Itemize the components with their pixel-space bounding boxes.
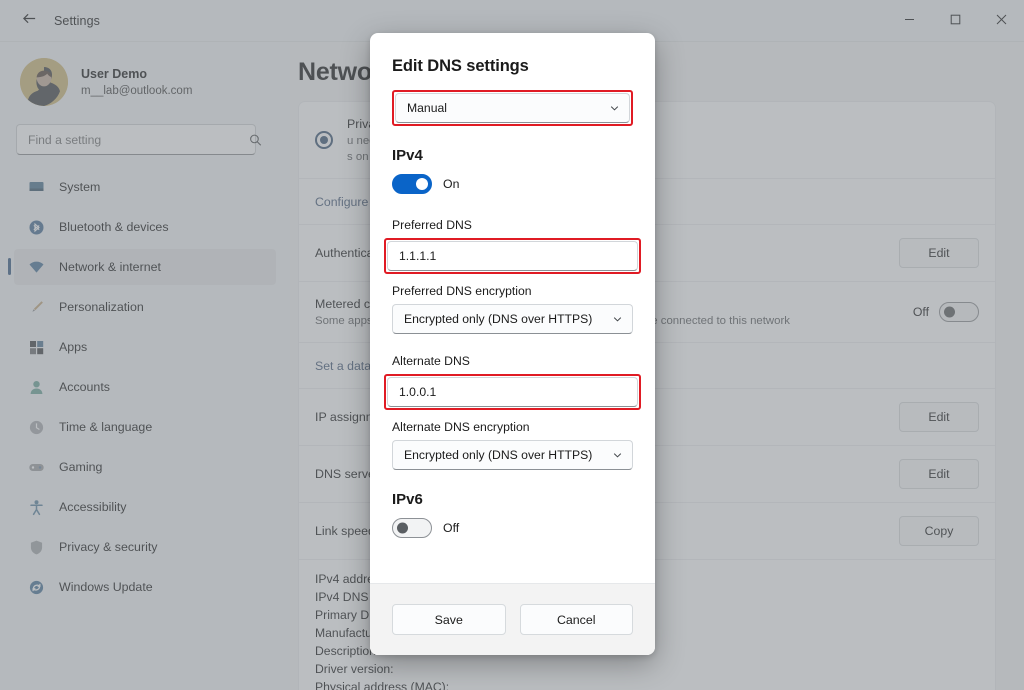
dns-assignment-highlight: Manual: [392, 90, 633, 126]
preferred-dns-encryption-value: Encrypted only (DNS over HTTPS): [404, 312, 592, 326]
alternate-dns-encryption-value: Encrypted only (DNS over HTTPS): [404, 448, 592, 462]
dns-assignment-value: Manual: [407, 101, 447, 115]
dialog-body: Edit DNS settings Manual IPv4 On Preferr…: [370, 33, 655, 583]
chevron-down-icon: [609, 103, 620, 114]
preferred-dns-encryption-dropdown[interactable]: Encrypted only (DNS over HTTPS): [392, 304, 633, 334]
ipv6-toggle-row: Off: [392, 518, 633, 538]
ipv4-heading: IPv4: [392, 147, 633, 164]
dns-assignment-dropdown[interactable]: Manual: [395, 93, 630, 123]
preferred-dns-encryption-label: Preferred DNS encryption: [392, 284, 633, 298]
chevron-down-icon: [612, 314, 623, 325]
alternate-dns-encryption-dropdown[interactable]: Encrypted only (DNS over HTTPS): [392, 440, 633, 470]
ipv4-toggle[interactable]: [392, 174, 432, 194]
preferred-dns-label: Preferred DNS: [392, 218, 633, 232]
dialog-title: Edit DNS settings: [392, 57, 633, 76]
edit-dns-settings-dialog: Edit DNS settings Manual IPv4 On Preferr…: [370, 33, 655, 655]
dialog-footer: Save Cancel: [370, 583, 655, 655]
preferred-dns-input[interactable]: [387, 241, 638, 271]
settings-window: Settings: [0, 0, 1024, 690]
preferred-dns-highlight: [384, 238, 641, 274]
ipv4-toggle-row: On: [392, 174, 633, 194]
ipv6-toggle[interactable]: [392, 518, 432, 538]
alternate-dns-encryption-label: Alternate DNS encryption: [392, 420, 633, 434]
save-button[interactable]: Save: [392, 604, 506, 635]
ipv6-heading: IPv6: [392, 491, 633, 508]
alternate-dns-highlight: [384, 374, 641, 410]
chevron-down-icon: [612, 450, 623, 461]
cancel-button[interactable]: Cancel: [520, 604, 634, 635]
alternate-dns-input[interactable]: [387, 377, 638, 407]
ipv4-toggle-state: On: [443, 177, 459, 191]
ipv6-toggle-state: Off: [443, 521, 459, 535]
alternate-dns-label: Alternate DNS: [392, 354, 633, 368]
